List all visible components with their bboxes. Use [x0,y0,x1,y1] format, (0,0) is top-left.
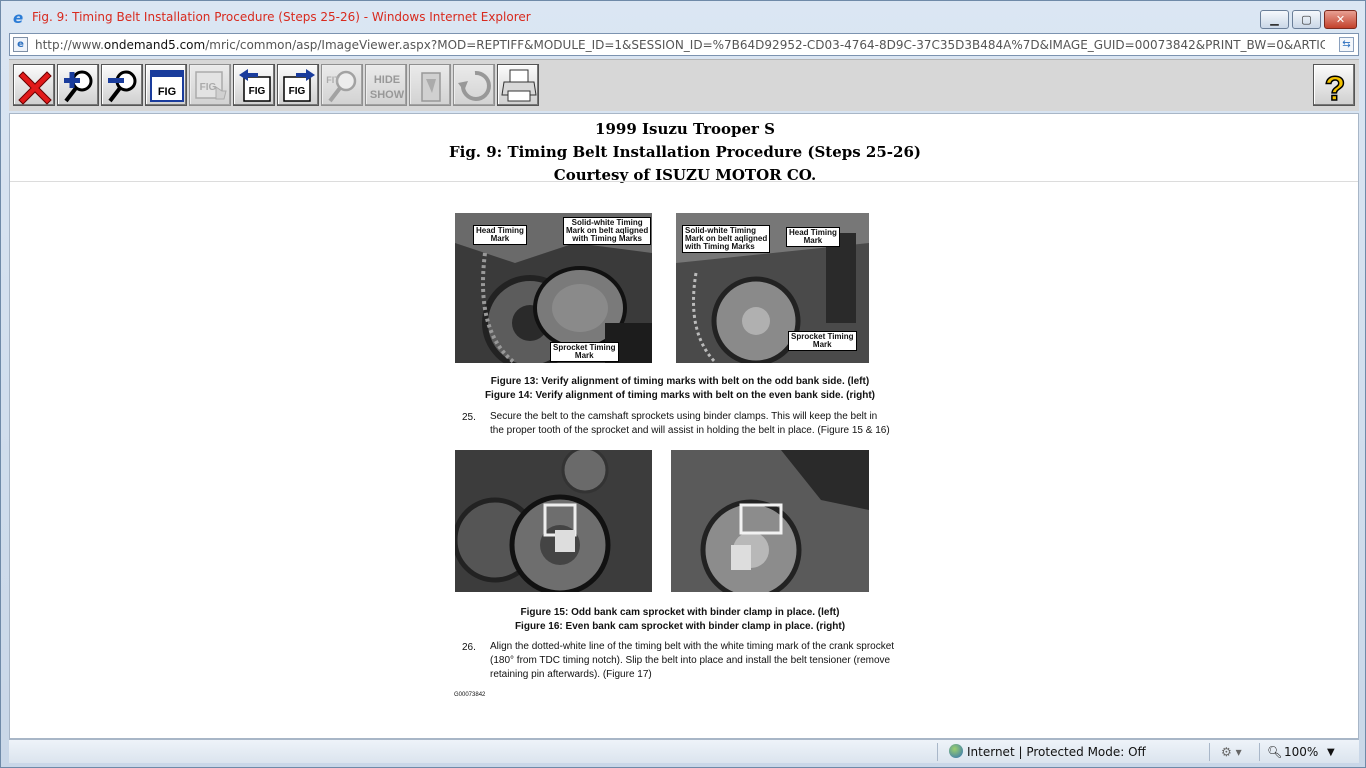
ie-logo-icon: e [13,9,24,27]
printer-icon [501,69,537,102]
figure-16-photo [671,450,869,592]
clear-button[interactable] [409,64,451,106]
status-bar: Internet | Protected Mode: Off ⚙ ▾ 🔍︎ 10… [9,739,1359,763]
callout-belt-timing-mark: Solid-white Timing Mark on belt aqligned w… [682,225,771,253]
figure-13-caption: Figure 13: Verify alignment of timing ma… [490,376,870,387]
close-figure-button[interactable] [13,64,55,106]
fig-window-button[interactable]: FIG [145,64,187,106]
zoom-out-icon [108,70,137,103]
hide-show-icon: HIDE SHOW [370,74,405,101]
internet-globe-icon [949,744,963,758]
rotate-button[interactable] [453,64,495,106]
page-icon: e [13,37,28,52]
protected-mode-icon[interactable]: ⚙ ▾ [1221,745,1242,759]
callout-head-timing-mark: Head Timing Mark [786,227,840,247]
fig-hand-icon: FIG [195,71,227,100]
figure-viewer: 1999 Isuzu Trooper S Fig. 9: Timing Belt… [9,113,1359,739]
address-bar[interactable]: e http://www.ondemand5.com/mric/common/a… [9,33,1359,56]
zoom-in-button[interactable] [57,64,99,106]
next-fig-button[interactable]: FIG [277,64,319,106]
figure-15-caption: Figure 15: Odd bank cam sprocket with bi… [520,607,840,618]
step-25-number: 25. [462,412,476,423]
figure-title: Fig. 9: Timing Belt Installation Procedu… [448,143,922,161]
fig-window-icon: FIG [150,70,184,102]
svg-text:FIG: FIG [200,82,217,93]
hide-show-button[interactable]: HIDE SHOW [365,64,407,106]
title-bar: e Fig. 9: Timing Belt Installation Proce… [1,1,1365,35]
prev-fig-icon: FIG [239,69,271,102]
svg-text:HIDE: HIDE [374,74,400,86]
fit-button[interactable]: FIT [321,64,363,106]
browser-window: e Fig. 9: Timing Belt Installation Proce… [0,0,1366,768]
figure-image: Head Timing Mark Solid-white Timing Mark o… [440,204,920,734]
status-divider [1259,743,1260,761]
zoom-level[interactable]: 100% [1284,745,1318,759]
svg-text:FIG: FIG [158,86,176,98]
help-button[interactable]: ? [1313,64,1355,106]
maximize-button[interactable]: ▢ [1292,10,1321,29]
window-title: Fig. 9: Timing Belt Installation Procedu… [32,10,531,24]
zoom-magnifier-icon[interactable]: 🔍︎ [1267,745,1282,759]
svg-text:SHOW: SHOW [370,89,405,101]
fit-magnifier-icon: FIT [326,70,357,103]
callout-sprocket-timing-mark: Sprocket Timing Mark [788,331,857,351]
svg-text:?: ? [1325,70,1346,105]
security-zone-text[interactable]: Internet | Protected Mode: Off [967,745,1146,759]
zoom-dropdown-icon[interactable]: ▼ [1327,747,1335,758]
figure-14-caption: Figure 14: Verify alignment of timing ma… [484,390,876,401]
callout-sprocket-timing-mark: Sprocket Timing Mark [550,342,619,362]
close-window-button[interactable]: ✕ [1324,10,1357,29]
help-question-icon: ? [1324,69,1346,105]
svg-text:FIG: FIG [249,86,266,97]
document-id: G00073842 [454,692,486,698]
svg-text:FIG: FIG [289,86,306,97]
zoom-out-button[interactable] [101,64,143,106]
step-25-text: Secure the belt to the camshaft sprocket… [490,411,890,436]
compatibility-view-icon[interactable]: ⇆ [1339,37,1354,52]
red-x-icon [18,71,52,105]
callout-belt-timing-mark: Solid-white Timing Mark on belt aqligned w… [563,217,652,245]
callout-head-timing-mark: Head Timing Mark [473,225,527,245]
next-fig-icon: FIG [283,69,315,102]
figure-15-photo [455,450,652,592]
step-26-text: Align the dotted-white line of the timin… [490,641,895,680]
zoom-in-icon [64,70,93,103]
figure-16-caption: Figure 16: Even bank cam sprocket with b… [514,621,846,632]
figure-13-photo: Head Timing Mark Solid-white Timing Mark o… [455,213,652,363]
viewer-toolbar: FIG FIG FIG FIG FIT HIDE SHOW ? [9,59,1359,111]
fig-pan-button[interactable]: FIG [189,64,231,106]
eraser-icon [421,72,441,102]
previous-fig-button[interactable]: FIG [233,64,275,106]
address-url[interactable]: http://www.ondemand5.com/mric/common/asp… [35,38,1325,52]
rotate-icon [458,70,491,101]
status-divider [1209,743,1210,761]
header-divider [10,181,1358,182]
status-divider [937,743,938,761]
svg-text:FIT: FIT [326,75,340,85]
vehicle-title: 1999 Isuzu Trooper S [595,120,775,138]
print-button[interactable] [497,64,539,106]
step-26-number: 26. [462,642,476,653]
minimize-button[interactable]: ▁ [1260,10,1289,29]
figure-14-photo: Solid-white Timing Mark on belt aqligned w… [676,213,869,363]
